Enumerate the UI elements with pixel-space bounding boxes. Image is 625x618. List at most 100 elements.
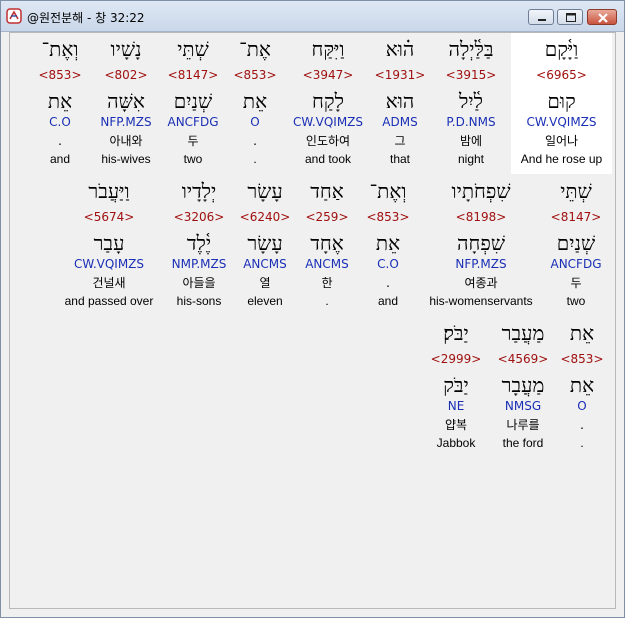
word-cell[interactable]: נָשָׁיו <802> אִשָּׁה NFP.MZS 아내와 his-wi… <box>92 33 160 173</box>
hebrew-word: שִׁפְחֹתָיו <box>451 179 511 203</box>
korean-gloss: 인도하여 <box>305 134 351 148</box>
parsing-code: NMSG <box>504 399 542 413</box>
english-gloss: his-womenservants <box>429 294 533 308</box>
strong-number: <853> <box>233 68 277 82</box>
word-cell[interactable]: שְׁתֵּי <8147> שְׁנַיִם ANCFDG 두 two <box>162 33 224 173</box>
parsing-code: ANCFDG <box>550 257 602 271</box>
english-gloss: and passed over <box>64 294 154 308</box>
lemma: אֶחָד <box>310 231 344 255</box>
parsing-code: P.D.NMS <box>446 115 496 129</box>
hebrew-word: יַבֹּק׃ <box>443 321 469 345</box>
lemma: לַ֫יִל <box>459 89 483 113</box>
word-cell[interactable]: שִׁפְחֹתָיו <8198> שִׁפְחָה NFP.MZS 여종과 … <box>421 175 541 315</box>
korean-gloss: 건널새 <box>92 276 126 290</box>
strong-number: <2999> <box>430 352 482 366</box>
lemma: מַעֲבָר <box>501 373 545 397</box>
interlinear-panel[interactable]: וַיָּ֫קָם <6965> קוּם CW.VQIMZS 일어나 And … <box>9 32 616 609</box>
english-gloss: the ford <box>502 436 544 450</box>
lemma: שִׁפְחָה <box>457 231 505 255</box>
parsing-code: ANCMS <box>305 257 349 271</box>
word-cell[interactable]: וַיִּקַּח <3947> לָקַח CW.VQIMZS 인도하여 an… <box>288 33 368 173</box>
minimize-button[interactable] <box>528 9 554 25</box>
hebrew-word: בַּלַּ֫יְלָה <box>448 37 494 61</box>
hebrew-word: שְׁתֵּי <box>560 179 592 203</box>
parsing-code: O <box>250 115 260 129</box>
korean-gloss: 얍복 <box>444 418 468 432</box>
word-cell[interactable]: בַּלַּ֫יְלָה <3915> לַ֫יִל P.D.NMS 밤에 ni… <box>431 33 511 173</box>
word-cell[interactable]: יַבֹּק׃ <2999> יַבֹּק NE 얍복 Jabbok <box>428 317 484 457</box>
lemma: אֵת <box>569 373 595 397</box>
strong-number: <853> <box>366 210 410 224</box>
korean-gloss: 밤에 <box>459 134 483 148</box>
english-gloss: two <box>566 294 586 308</box>
english-gloss: two <box>183 152 203 166</box>
hebrew-word: וְאֶת־ <box>41 37 79 61</box>
lemma: הוּא <box>385 89 415 113</box>
strong-number: <8198> <box>455 210 507 224</box>
lemma: עָשָׂר <box>247 231 283 255</box>
app-window: @원전분해 - 창 32:22 וַיָּ֫קָם <6965> קוּם CW… <box>0 0 625 618</box>
korean-gloss: 두 <box>187 134 199 148</box>
english-gloss: . <box>580 436 584 450</box>
lemma: אֵת <box>375 231 401 255</box>
word-cell[interactable]: וְאֶת־ <853> אֵת C.O . and <box>361 175 415 315</box>
hebrew-word: וַיָּ֫קָם <box>544 37 579 61</box>
word-cell[interactable]: אַחַד <259> אֶחָד ANCMS 한 . <box>300 175 354 315</box>
strong-number: <8147> <box>167 68 219 82</box>
korean-gloss: . <box>386 276 390 290</box>
english-gloss: And he rose up <box>520 152 603 166</box>
parsing-code: NMP.MZS <box>171 257 227 271</box>
word-cell[interactable]: שְׁתֵּי <8147> שְׁנַיִם ANCFDG 두 two <box>546 175 606 315</box>
hebrew-word: שְׁתֵּי <box>177 37 209 61</box>
lemma: אֵת <box>47 89 73 113</box>
app-icon <box>6 8 22 24</box>
word-cell[interactable]: אֶת־ <853> אֵת O . . <box>228 33 282 173</box>
strong-number: <853> <box>560 352 604 366</box>
parsing-code: ANCMS <box>243 257 287 271</box>
strong-number: <4569> <box>497 352 549 366</box>
strong-number: <6965> <box>536 68 587 82</box>
english-gloss: that <box>389 152 410 166</box>
korean-gloss: . <box>58 134 62 148</box>
parsing-code: CW.VQIMZS <box>526 115 597 129</box>
strong-number: <8147> <box>550 210 602 224</box>
strong-number: <3206> <box>173 210 225 224</box>
korean-gloss: 아들을 <box>182 276 216 290</box>
word-cell[interactable]: יְלָדָיו <3206> יֶ֫לֶד NMP.MZS 아들을 his-s… <box>166 175 232 315</box>
title-bar[interactable]: @원전분해 - 창 32:22 <box>1 1 624 32</box>
parsing-code: CW.VQIMZS <box>292 115 364 129</box>
lemma: לָקַח <box>312 89 344 113</box>
strong-number: <853> <box>38 68 82 82</box>
maximize-button[interactable] <box>557 9 583 25</box>
parsing-code: NE <box>447 399 465 413</box>
hebrew-word: אֶת־ <box>239 37 271 61</box>
strong-number: <3947> <box>302 68 354 82</box>
lemma: יֶ֫לֶד <box>186 231 212 255</box>
english-gloss: night <box>457 152 485 166</box>
parsing-code: O <box>577 399 587 413</box>
word-cell[interactable]: וְאֶת־ <853> אֵת C.O . and <box>32 33 88 173</box>
strong-number: <5674> <box>83 210 135 224</box>
strong-number: <802> <box>104 68 148 82</box>
korean-gloss: 나루를 <box>506 418 540 432</box>
korean-gloss: 그 <box>394 134 406 148</box>
hebrew-word: מַעֲבַר <box>501 321 545 345</box>
strong-number: <3915> <box>445 68 497 82</box>
hebrew-word: וְאֶת־ <box>369 179 407 203</box>
word-cell[interactable]: אֵת <853> אֵת O . . <box>558 317 606 457</box>
word-cell[interactable]: וַיָּ֫קָם <6965> קוּם CW.VQIMZS 일어나 And … <box>511 33 612 173</box>
word-cell[interactable]: ה֗וּא <1931> הוּא ADMS 그 that <box>370 33 430 173</box>
word-cell[interactable]: מַעֲבַר <4569> מַעֲבָר NMSG 나루를 the ford <box>488 317 558 457</box>
strong-number: <259> <box>305 210 349 224</box>
english-gloss: eleven <box>247 294 283 308</box>
parsing-code: ADMS <box>382 115 418 129</box>
close-icon <box>598 13 608 23</box>
hebrew-word: ה֗וּא <box>385 37 415 61</box>
english-gloss: Jabbok <box>436 436 476 450</box>
word-cell[interactable]: וַיַּעֲבֹר <5674> עָבַר CW.VQIMZS 건널새 an… <box>58 175 160 315</box>
lemma: אֵת <box>242 89 268 113</box>
word-cell[interactable]: עָשָׂר <6240> עָשָׂר ANCMS 열 eleven <box>238 175 292 315</box>
english-gloss: . <box>253 152 257 166</box>
lemma: אִשָּׁה <box>107 89 145 113</box>
close-button[interactable] <box>587 9 617 25</box>
